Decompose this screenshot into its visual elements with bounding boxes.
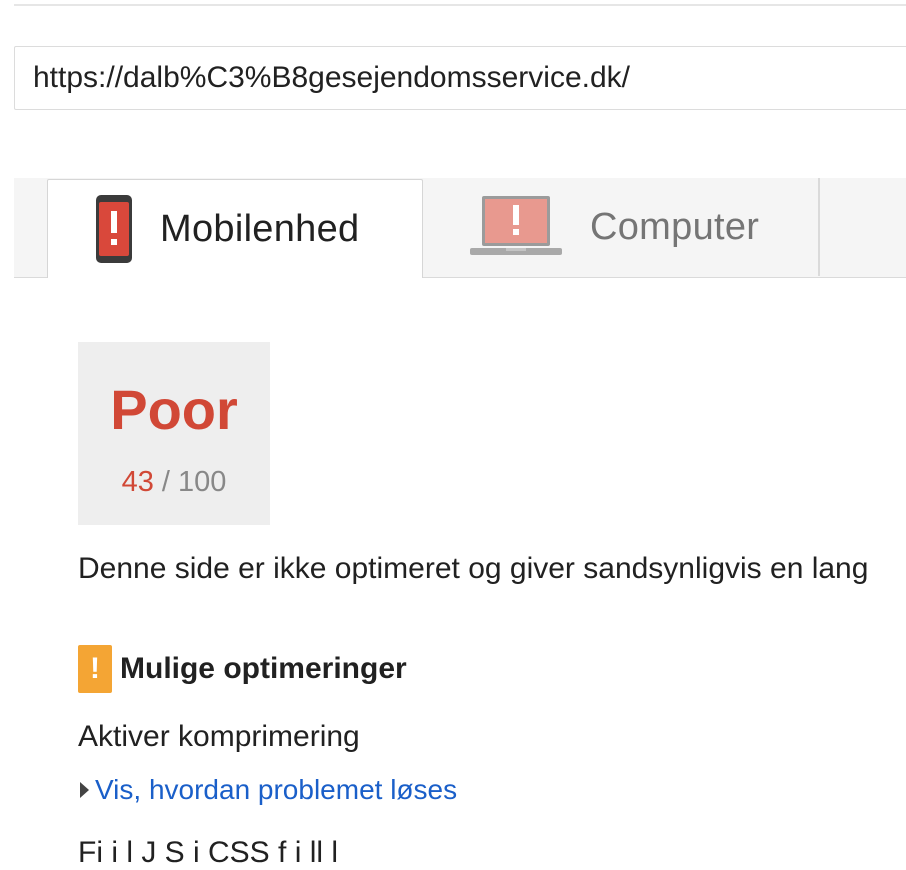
- section-heading: ! Mulige optimeringer: [78, 645, 407, 693]
- url-input[interactable]: https://dalb%C3%B8gesejendomsservice.dk/: [14, 46, 906, 110]
- phone-warning-icon: [96, 195, 132, 263]
- score-grade: Poor: [110, 378, 238, 441]
- score-separator: /: [153, 466, 179, 498]
- section-title: Mulige optimeringer: [120, 652, 407, 685]
- tab-mobile[interactable]: Mobilenhed: [47, 179, 423, 278]
- summary-text: Denne side er ikke optimeret og giver sa…: [78, 552, 869, 585]
- score-value: 43: [121, 466, 154, 498]
- truncated-text: Fi i l J S i CSS f i ll l: [78, 836, 339, 869]
- score-max: 100: [178, 466, 227, 498]
- tab-label-mobile: Mobilenhed: [160, 207, 360, 250]
- device-tabs: Mobilenhed Computer: [14, 178, 906, 278]
- score-badge: Poor 43 / 100: [78, 342, 270, 525]
- laptop-warning-icon: [470, 196, 562, 255]
- expand-triangle-icon: [80, 782, 89, 798]
- tab-label-computer: Computer: [590, 205, 760, 248]
- score-values: 43 / 100: [78, 466, 270, 499]
- tab-computer[interactable]: Computer: [424, 178, 820, 276]
- show-how-link[interactable]: Vis, hvordan problemet løses: [80, 774, 457, 806]
- warning-icon: !: [78, 645, 112, 693]
- top-divider: [14, 4, 906, 6]
- show-how-label: Vis, hvordan problemet løses: [95, 774, 458, 805]
- rule-title: Aktiver komprimering: [78, 720, 360, 753]
